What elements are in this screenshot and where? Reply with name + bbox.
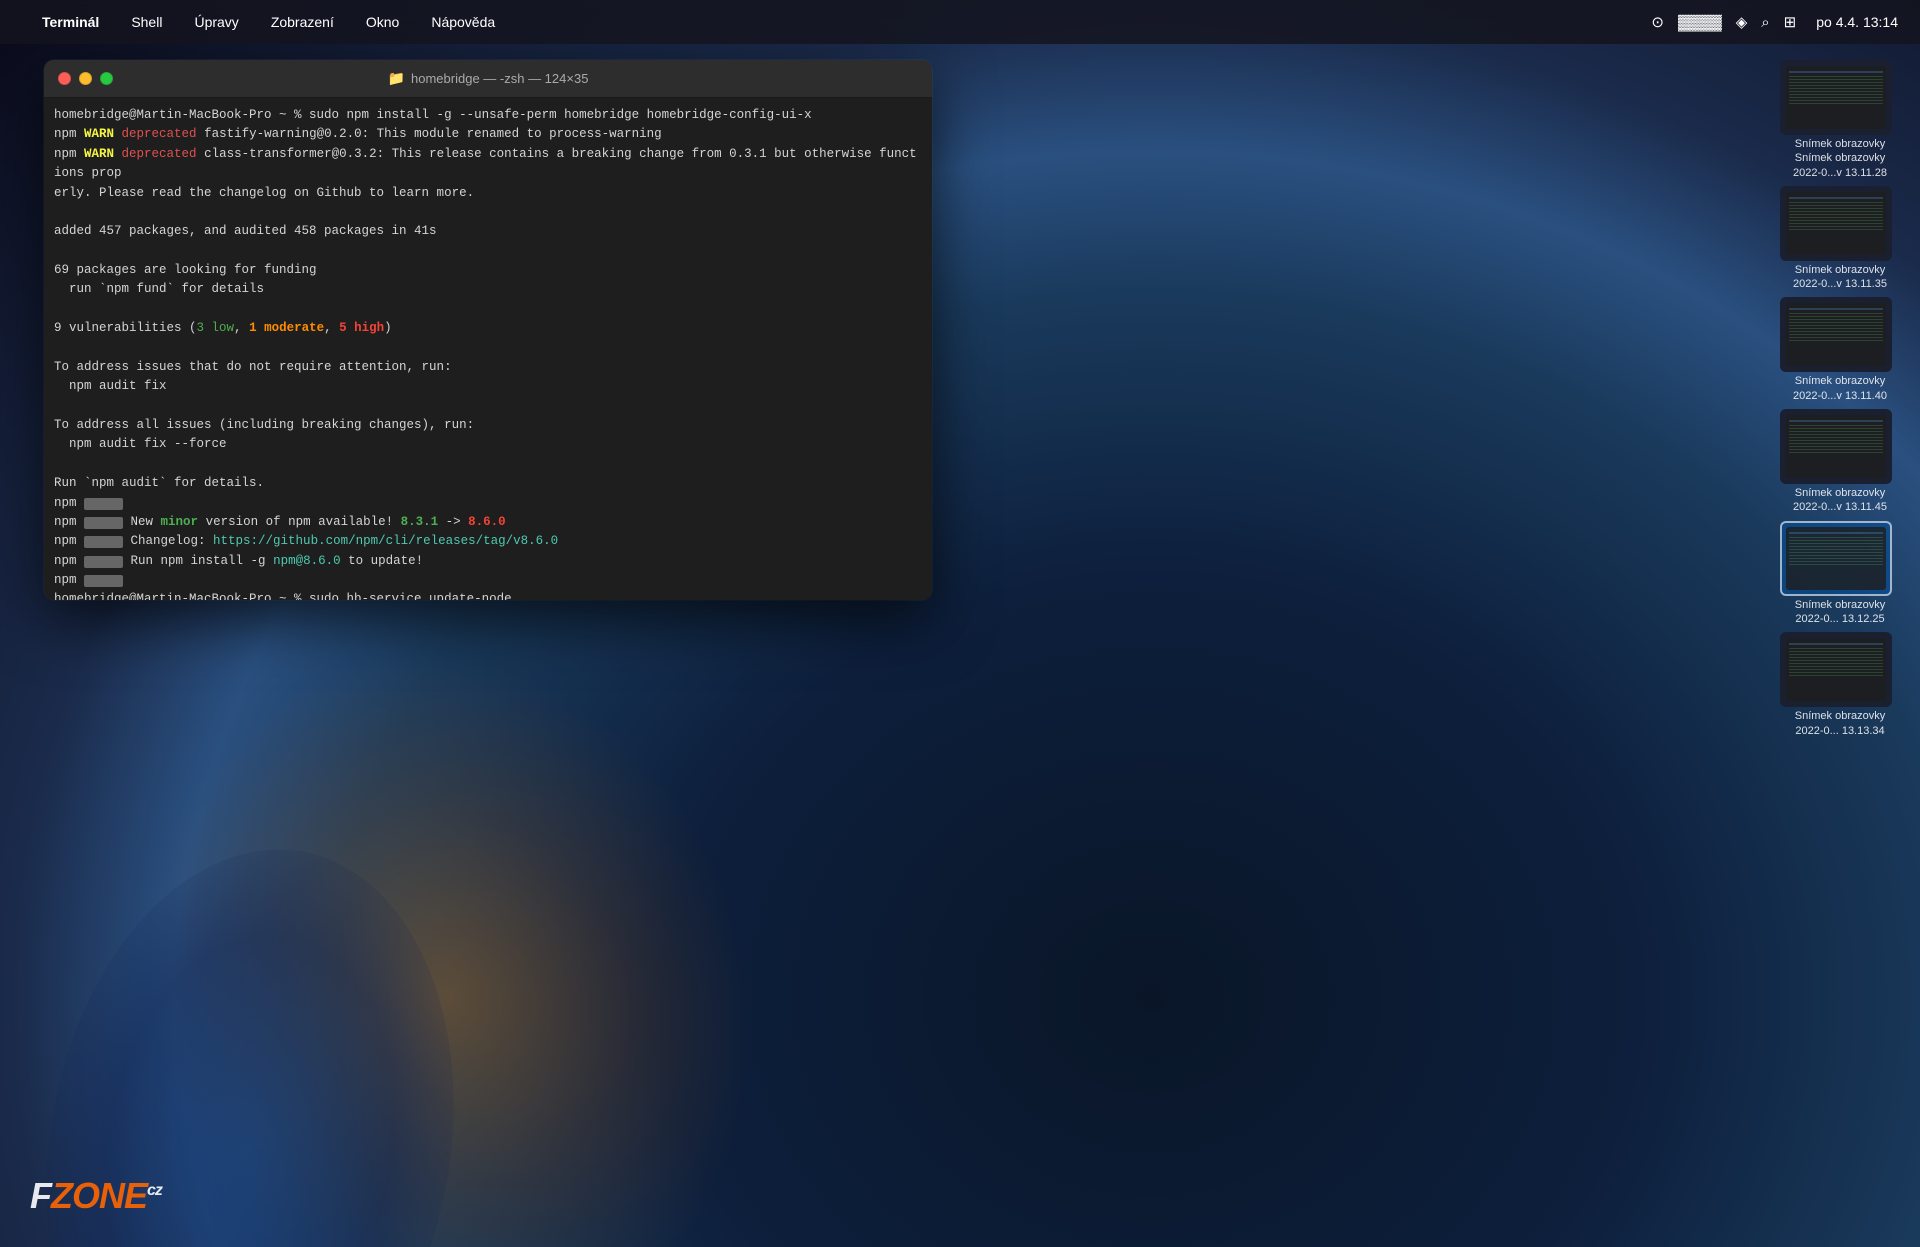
terminal-line: Run `npm audit` for details. xyxy=(54,474,922,493)
screenshot-label: Snímek obrazovky2022-0... 13.13.34 xyxy=(1780,709,1900,738)
terminal-line: To address issues that do not require at… xyxy=(54,358,922,377)
menu-zobrazeni[interactable]: Zobrazení xyxy=(265,12,340,32)
screen-recording-icon[interactable]: ⊙ xyxy=(1651,13,1664,31)
terminal-title: 📁 homebridge — -zsh — 124×35 xyxy=(388,70,589,87)
terminal-line xyxy=(54,397,922,416)
terminal-window: 📁 homebridge — -zsh — 124×35 homebridge@… xyxy=(44,60,932,600)
menu-upravy[interactable]: Úpravy xyxy=(188,12,244,32)
datetime-display: po 4.4. 13:14 xyxy=(1810,12,1904,32)
terminal-line: 69 packages are looking for funding xyxy=(54,261,922,280)
wifi-icon[interactable]: ◈ xyxy=(1736,13,1748,31)
terminal-line xyxy=(54,242,922,261)
terminal-line xyxy=(54,203,922,222)
battery-icon: ▓▓▓▓ xyxy=(1678,14,1722,31)
menu-shell[interactable]: Shell xyxy=(125,12,168,32)
fzone-logo: FZONEcz xyxy=(30,1175,162,1217)
terminal-line: homebridge@Martin-MacBook-Pro ~ % sudo n… xyxy=(54,106,922,125)
screenshot-item[interactable]: Snímek obrazovkySnímek obrazovky 2022-0.… xyxy=(1780,60,1900,180)
screenshot-thumbnail xyxy=(1780,186,1892,261)
terminal-line xyxy=(54,455,922,474)
terminal-line: run `npm fund` for details xyxy=(54,280,922,299)
screenshot-thumbnail xyxy=(1780,60,1892,135)
screenshot-thumbnail xyxy=(1780,297,1892,372)
terminal-line xyxy=(54,300,922,319)
screenshot-thumbnail xyxy=(1780,409,1892,484)
screenshot-label: Snímek obrazovky2022-0...v 13.11.40 xyxy=(1780,374,1900,403)
window-controls xyxy=(58,72,113,85)
terminal-line xyxy=(54,339,922,358)
terminal-line: npm ■■■■■ New minor version of npm avail… xyxy=(54,513,922,532)
terminal-line: To address all issues (including breakin… xyxy=(54,416,922,435)
terminal-line: npm ■■■■■ xyxy=(54,494,922,513)
minimize-button[interactable] xyxy=(79,72,92,85)
terminal-line: added 457 packages, and audited 458 pack… xyxy=(54,222,922,241)
search-icon[interactable]: ⌕ xyxy=(1761,14,1769,31)
close-button[interactable] xyxy=(58,72,71,85)
terminal-line: npm WARN deprecated fastify-warning@0.2.… xyxy=(54,125,922,144)
screenshot-thumbnail xyxy=(1780,632,1892,707)
screenshot-item[interactable]: Snímek obrazovky2022-0...v 13.11.45 xyxy=(1780,409,1900,515)
terminal-line: npm ■■■■■ xyxy=(54,571,922,590)
screenshot-label: Snímek obrazovkySnímek obrazovky 2022-0.… xyxy=(1780,137,1900,180)
screenshot-item[interactable]: Snímek obrazovky2022-0... 13.13.34 xyxy=(1780,632,1900,738)
terminal-line: npm ■■■■■ Changelog: https://github.com/… xyxy=(54,532,922,551)
screenshot-item[interactable]: Snímek obrazovky2022-0...v 13.11.35 xyxy=(1780,186,1900,292)
screenshot-item-selected[interactable]: Snímek obrazovky2022-0... 13.12.25 xyxy=(1780,521,1900,627)
terminal-line: homebridge@Martin-MacBook-Pro ~ % sudo h… xyxy=(54,590,922,600)
screenshot-label: Snímek obrazovky2022-0... 13.12.25 xyxy=(1780,598,1900,627)
menu-napoveda[interactable]: Nápověda xyxy=(425,12,501,32)
screenshot-label: Snímek obrazovky2022-0...v 13.11.45 xyxy=(1780,486,1900,515)
folder-icon: 📁 xyxy=(388,70,405,87)
menu-terminal[interactable]: Terminál xyxy=(36,12,105,32)
screenshot-label: Snímek obrazovky2022-0...v 13.11.35 xyxy=(1780,263,1900,292)
controlcenter-icon[interactable]: ⊞ xyxy=(1784,13,1797,31)
terminal-line: npm audit fix --force xyxy=(54,435,922,454)
terminal-line: npm audit fix xyxy=(54,377,922,396)
terminal-line: 9 vulnerabilities (3 low, 1 moderate, 5 … xyxy=(54,319,922,338)
terminal-titlebar: 📁 homebridge — -zsh — 124×35 xyxy=(44,60,932,98)
maximize-button[interactable] xyxy=(100,72,113,85)
sidebar-screenshots: Snímek obrazovkySnímek obrazovky 2022-0.… xyxy=(1780,60,1900,738)
screenshot-item[interactable]: Snímek obrazovky2022-0...v 13.11.40 xyxy=(1780,297,1900,403)
terminal-line: npm ■■■■■ Run npm install -g npm@8.6.0 t… xyxy=(54,552,922,571)
terminal-line: npm WARN deprecated class-transformer@0.… xyxy=(54,145,922,203)
menubar: Terminál Shell Úpravy Zobrazení Okno Náp… xyxy=(0,0,1920,44)
screenshot-thumbnail-selected xyxy=(1780,521,1892,596)
terminal-body[interactable]: homebridge@Martin-MacBook-Pro ~ % sudo n… xyxy=(44,98,932,600)
menu-okno[interactable]: Okno xyxy=(360,12,405,32)
